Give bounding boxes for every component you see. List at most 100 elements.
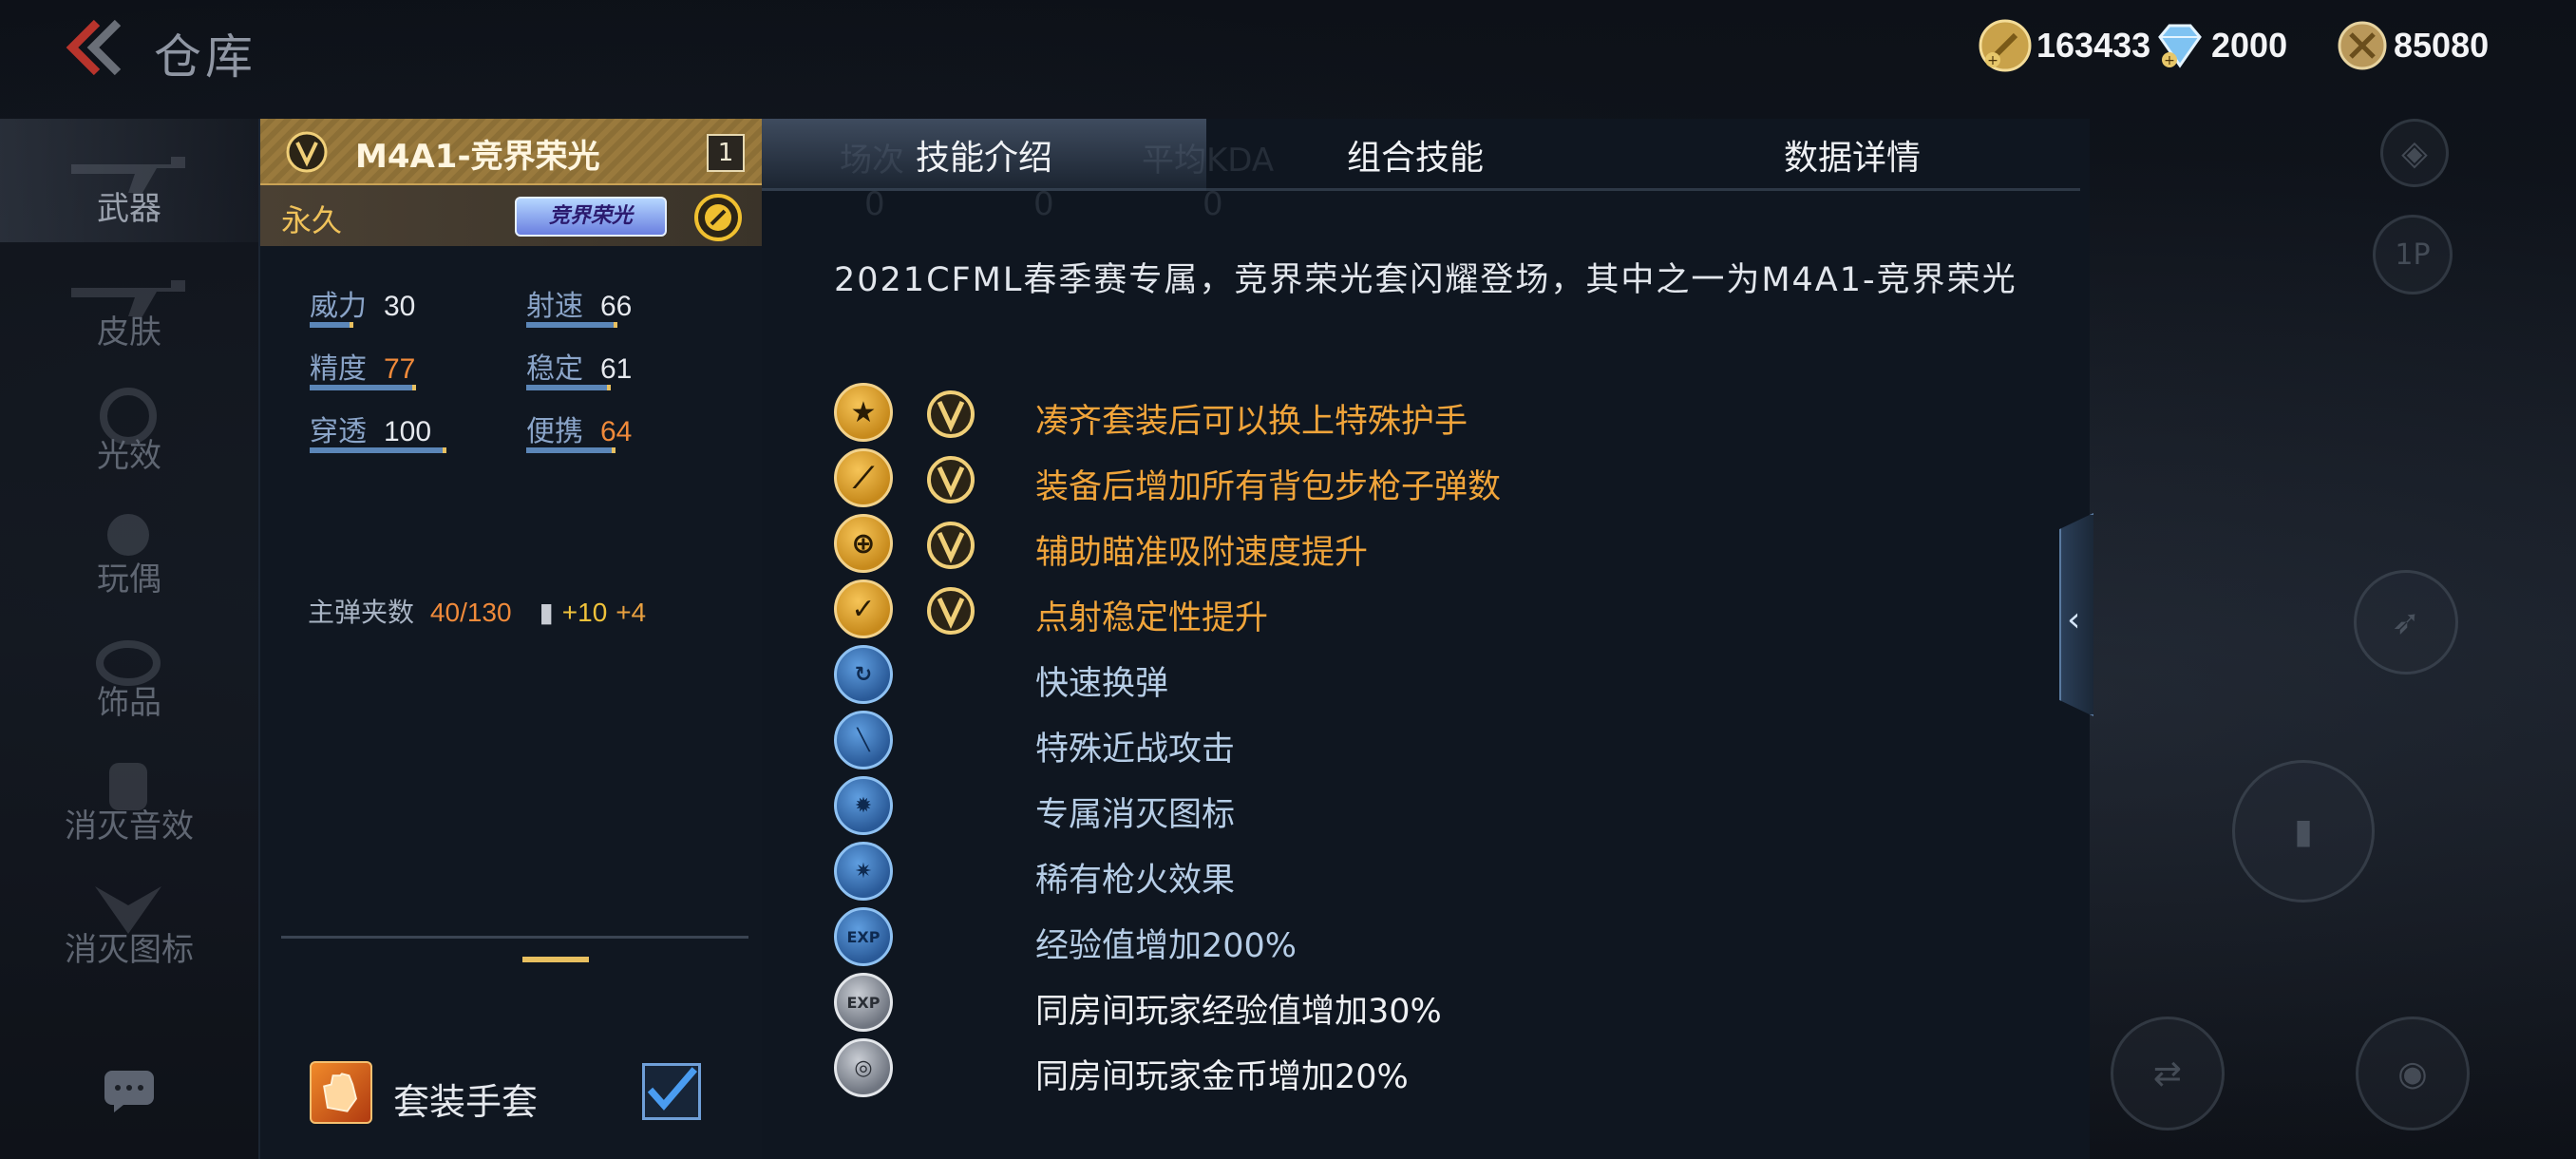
tab-combo-skills[interactable]: 组合技能 (1206, 119, 1624, 191)
skill-item: ╲ 特殊近战攻击 (834, 711, 1974, 771)
gold-coin-icon: + (1979, 19, 2032, 72)
rank-medal-icon[interactable] (693, 193, 743, 242)
star-icon: ★ (834, 383, 893, 442)
skill-item: ◎ 同房间玩家金币增加20% (834, 1038, 1974, 1099)
set-glove-checkbox[interactable] (642, 1063, 701, 1120)
tab-skill-intro[interactable]: 技能介绍 (762, 119, 1206, 191)
back-button[interactable] (59, 17, 125, 78)
skill-item: ⊕ 辅助瞄准吸附速度提升 (834, 514, 1974, 575)
rifle-ammo-icon: ⟋ (834, 448, 893, 507)
page-indicator (522, 957, 589, 962)
sidebar-item-effects[interactable]: 光效 (0, 366, 258, 489)
skill-item: ✹ 专属消灭图标 (834, 776, 1974, 837)
room-coin-icon: ◎ (834, 1038, 893, 1097)
vip-v-icon (286, 131, 328, 173)
stat-fire-rate: 射速 66 (526, 282, 632, 328)
weapon-name: M4A1-竞界荣光 (355, 138, 600, 176)
gold-currency[interactable]: + 163433 (1978, 17, 2150, 74)
honor-coin-icon (2338, 21, 2387, 70)
weapon-description: 2021CFML春季赛专属，竞界荣光套闪耀登场，其中之一为M4A1-竞界荣光 (834, 261, 2017, 299)
glove-icon (310, 1061, 372, 1124)
weapon-count-badge: 1 (707, 134, 745, 172)
gold-amount: 163433 (2036, 26, 2151, 65)
chat-icon[interactable] (103, 1069, 156, 1114)
duration-label: 永久 (281, 202, 343, 238)
ammo-value: 40/130 (429, 598, 512, 627)
room-exp-icon: EXP (834, 973, 893, 1032)
detail-tabs: 场次 平均KDA 技能介绍 组合技能 数据详情 (762, 119, 2080, 191)
diamond-amount: 2000 (2211, 26, 2288, 65)
ghost-value: 0 (1033, 185, 1054, 223)
top-bar: 仓库 + 163433 + 2000 85080 (0, 0, 2576, 104)
sidebar-item-weapons[interactable]: 武器 (0, 119, 258, 242)
checkmark-icon (647, 1067, 698, 1111)
weapon-header: M4A1-竞界荣光 1 (260, 119, 764, 185)
muzzle-flash-icon: ✷ (834, 842, 893, 901)
stat-penetration: 穿透 100 (310, 408, 446, 453)
skill-item: EXP 经验值增加200% (834, 907, 1974, 968)
bullet-icon: ▮ (539, 597, 554, 628)
stat-accuracy: 精度 77 (310, 345, 416, 390)
stat-bar (526, 385, 611, 390)
kill-icon-badge-icon: ✹ (834, 776, 893, 835)
stat-bar (526, 322, 617, 328)
stat-bar (310, 447, 446, 453)
exp-icon: EXP (834, 907, 893, 966)
sidebar-item-dolls[interactable]: 玩偶 (0, 489, 258, 613)
swap-weapon-icon[interactable]: ⇄ (2111, 1016, 2225, 1130)
stat-bar (310, 322, 353, 328)
weapon-subheader: 永久 竞界荣光 (260, 185, 764, 246)
crosshair-icon: ⊕ (834, 514, 893, 573)
scope-icon[interactable]: ◉ (2356, 1016, 2470, 1130)
stat-power: 威力 30 (310, 282, 415, 328)
tab-data-details[interactable]: 数据详情 (1624, 119, 2080, 191)
honor-currency[interactable]: 85080 (2335, 17, 2489, 74)
stat-bar (526, 447, 616, 453)
diamond-currency[interactable]: + 2000 (2152, 17, 2287, 74)
weapon-info-card: M4A1-竞界荣光 1 永久 竞界荣光 威力 30 射速 66 精度 77 稳定 61 … (258, 119, 764, 1159)
sidebar-item-kill-icons[interactable]: 消灭图标 (0, 860, 258, 983)
vip-v-icon (927, 587, 975, 635)
diamond-icon: + (2158, 24, 2202, 68)
ghost-value: 0 (1203, 185, 1223, 223)
burst-stability-icon: ✓ (834, 580, 893, 638)
honor-amount: 85080 (2394, 26, 2490, 65)
skill-item: EXP 同房间玩家经验值增加30% (834, 973, 1974, 1034)
vip-v-icon (927, 456, 975, 504)
series-tag: 竞界荣光 (515, 197, 667, 237)
vip-v-icon (927, 522, 975, 569)
chevron-left-icon: ‹ (2067, 600, 2081, 639)
prone-icon[interactable]: ➶ (2354, 570, 2458, 674)
skill-item: ✷ 稀有枪火效果 (834, 842, 1974, 902)
category-sidebar: 武器 皮肤 光效 玩偶 饰品 消灭音效 消灭图标 (0, 119, 258, 1159)
fire-icon[interactable]: ▮ (2232, 760, 2375, 902)
fast-reload-icon: ↻ (834, 645, 893, 704)
skill-item: ↻ 快速换弹 (834, 645, 1974, 706)
sidebar-item-skins[interactable]: 皮肤 (0, 242, 258, 366)
settings-circle-icon[interactable]: ◈ (2380, 119, 2449, 187)
sidebar-item-accessories[interactable]: 饰品 (0, 613, 258, 736)
melee-icon: ╲ (834, 711, 893, 770)
stat-bar (310, 385, 416, 390)
vip-v-icon (927, 390, 975, 438)
collapse-panel-button[interactable]: ‹ (2059, 513, 2093, 716)
ammo-label: 主弹夹数 (308, 597, 415, 628)
ammo-bonus-secondary: +4 (616, 598, 647, 627)
svg-text:+: + (1987, 53, 1998, 68)
skill-item: ⟋ 装备后增加所有背包步枪子弹数 (834, 448, 1974, 509)
stat-stability: 稳定 61 (526, 345, 632, 390)
page-title: 仓库 (154, 29, 256, 85)
set-glove-label: 套装手套 (393, 1081, 539, 1123)
stat-portability: 便携 64 (526, 408, 632, 453)
detail-panel: 场次 平均KDA 技能介绍 组合技能 数据详情 0 0 0 2021CFML春季… (762, 119, 2090, 1159)
ghost-value: 0 (864, 185, 885, 223)
view-1p-icon[interactable]: 1P (2373, 215, 2453, 294)
skill-item: ✓ 点射稳定性提升 (834, 580, 1974, 640)
skill-item: ★ 凑齐套装后可以换上特殊护手 (834, 383, 1974, 444)
ammo-bonus-primary: +10 (561, 598, 608, 627)
set-glove-toggle[interactable]: 套装手套 (310, 1059, 709, 1126)
svg-text:+: + (2164, 53, 2175, 68)
back-arrow-icon (66, 19, 122, 76)
sidebar-item-kill-sounds[interactable]: 消灭音效 (0, 736, 258, 860)
ammo-info: 主弹夹数 40/130 ▮ +10 +4 (308, 592, 646, 630)
